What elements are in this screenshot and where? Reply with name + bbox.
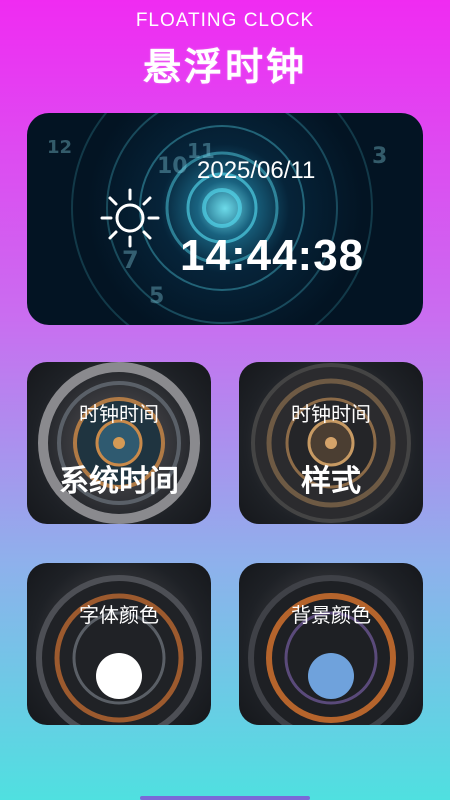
clock-style-label: 时钟时间	[291, 402, 371, 426]
svg-text:5: 5	[149, 284, 164, 309]
background-color-label: 背景颜色	[291, 603, 371, 627]
clock-time-card[interactable]: 时钟时间 系统时间	[27, 362, 211, 524]
clock-style-card[interactable]: 时钟时间 样式	[239, 362, 423, 524]
font-color-card[interactable]: 字体颜色	[27, 563, 211, 725]
svg-text:7: 7	[122, 246, 139, 274]
font-color-label: 字体颜色	[79, 603, 159, 627]
clock-preview[interactable]: 10 11 7 5 3 12 2025/06/11 14:44:38	[27, 113, 423, 325]
app-header: FLOATING CLOCK 悬浮时钟	[0, 10, 450, 91]
preview-time: 14:44:38	[180, 231, 365, 280]
svg-text:3: 3	[372, 144, 387, 169]
app-subtitle: FLOATING CLOCK	[135, 10, 315, 31]
svg-text:12: 12	[47, 137, 72, 158]
sun-icon	[100, 188, 160, 248]
font-color-swatch[interactable]	[96, 653, 142, 699]
app-title: 悬浮时钟	[142, 45, 307, 89]
mechanical-clock-image	[36, 575, 202, 725]
mechanical-clock-image	[248, 575, 414, 725]
clock-time-label: 时钟时间	[79, 402, 159, 426]
background-color-swatch[interactable]	[308, 653, 354, 699]
home-indicator	[140, 796, 310, 800]
background-color-card[interactable]: 背景颜色	[239, 563, 423, 725]
spiral-clock-background: 10 11 7 5 3 12	[47, 113, 387, 325]
preview-date: 2025/06/11	[197, 157, 316, 184]
svg-text:10: 10	[157, 154, 188, 179]
clock-style-value: 样式	[301, 464, 361, 499]
clock-time-value: 系统时间	[59, 464, 179, 499]
